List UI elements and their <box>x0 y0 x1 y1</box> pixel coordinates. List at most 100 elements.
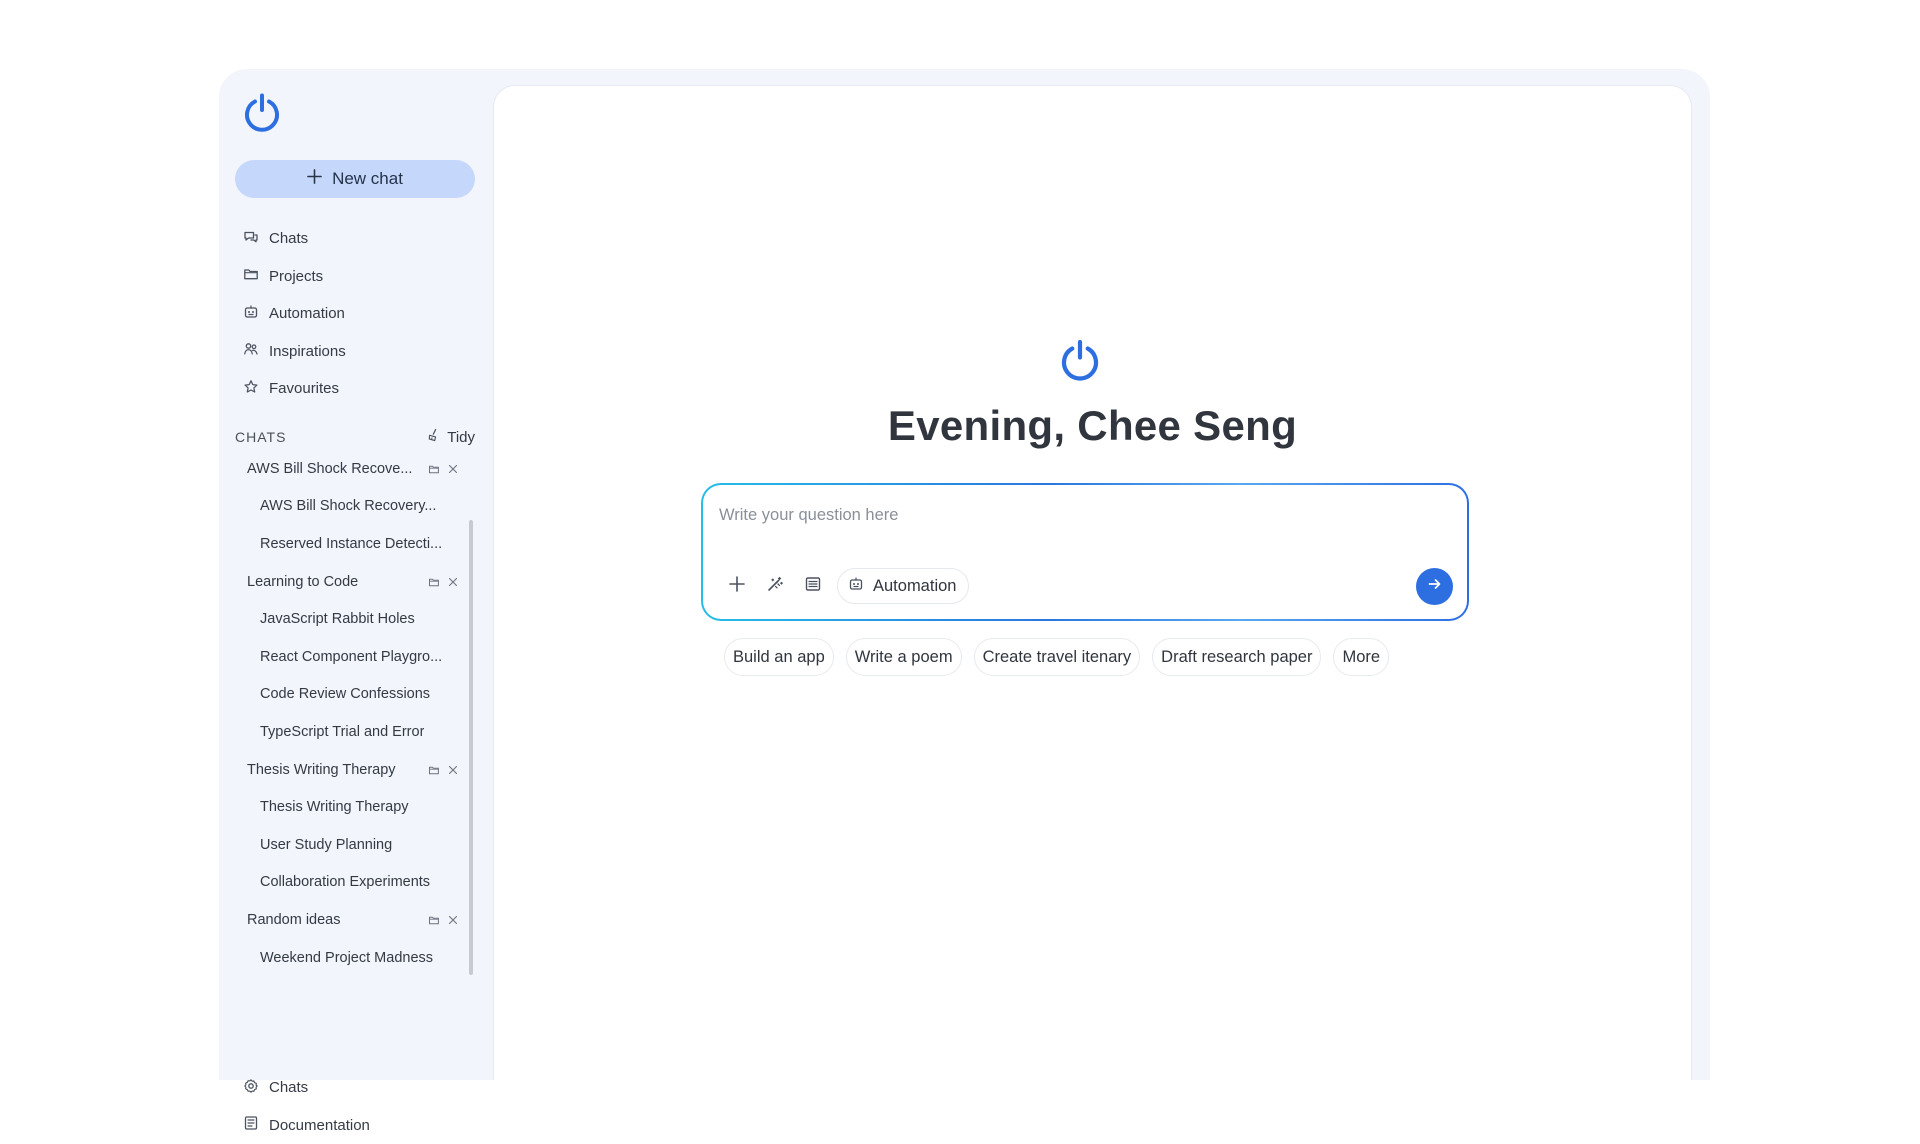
chat-list-item[interactable]: AWS Bill Shock Recovery... <box>235 488 463 526</box>
composer: Automation <box>701 483 1469 621</box>
document-icon <box>804 575 822 598</box>
suggestion-chips: Build an app Write a poem Create travel … <box>724 638 1444 676</box>
sidebar-item-label: Automation <box>269 305 345 322</box>
chat-list-scrollbar[interactable] <box>469 520 473 975</box>
sidebar-item-label: Inspirations <box>269 343 346 360</box>
chat-row-actions <box>428 463 459 475</box>
plus-icon <box>728 575 746 598</box>
people-icon <box>243 341 259 361</box>
tidy-button[interactable]: Tidy <box>427 428 475 446</box>
sidebar-item-inspirations[interactable]: Inspirations <box>243 333 473 371</box>
automation-chip-button[interactable]: Automation <box>837 568 969 604</box>
chat-item-label: Collaboration Experiments <box>260 874 430 890</box>
chat-list-item[interactable]: React Component Playgro... <box>235 638 463 676</box>
close-icon[interactable] <box>447 463 459 475</box>
sidebar-nav: Chats Projects <box>243 220 473 408</box>
archive-icon[interactable] <box>428 914 440 926</box>
chats-section-header: CHATS Tidy <box>235 426 475 448</box>
chat-group-row[interactable]: AWS Bill Shock Recove... <box>235 450 463 488</box>
power-logo-icon <box>241 93 283 135</box>
sidebar-item-projects[interactable]: Projects <box>243 258 473 296</box>
chat-item-label: JavaScript Rabbit Holes <box>260 611 415 627</box>
chat-list: AWS Bill Shock Recove... AWS Bill Shock … <box>235 450 481 969</box>
composer-inner: Automation <box>703 485 1467 619</box>
sidebar-item-documentation[interactable]: Documentation <box>243 1107 463 1144</box>
sidebar-item-label: Chats <box>269 230 308 247</box>
folder-icon <box>243 266 259 286</box>
plus-icon <box>307 169 322 189</box>
greeting-title: Evening, Chee Seng <box>494 403 1691 449</box>
main-panel: Evening, Chee Seng <box>493 85 1692 1080</box>
robot-icon <box>848 576 864 597</box>
chat-list-item[interactable]: Reserved Instance Detecti... <box>235 525 463 563</box>
suggestion-travel-itinerary[interactable]: Create travel itenary <box>974 638 1141 676</box>
app-frame: New chat Chats Proj <box>219 69 1710 1080</box>
chat-group-row[interactable]: Learning to Code <box>235 563 463 601</box>
archive-icon[interactable] <box>428 576 440 588</box>
chat-list-item[interactable]: JavaScript Rabbit Holes <box>235 600 463 638</box>
sidebar-item-favourites[interactable]: Favourites <box>243 370 473 408</box>
chat-list-item[interactable]: TypeScript Trial and Error <box>235 713 463 751</box>
chat-item-label: Code Review Confessions <box>260 686 430 702</box>
insert-document-button[interactable] <box>799 572 827 600</box>
document-icon <box>243 1115 259 1135</box>
robot-icon <box>243 304 259 324</box>
sidebar-item-label: Projects <box>269 268 323 285</box>
chat-group-label: Random ideas <box>247 912 341 928</box>
chat-item-label: Weekend Project Madness <box>260 950 433 966</box>
composer-toolbar: Automation <box>723 568 969 604</box>
suggestion-build-app[interactable]: Build an app <box>724 638 834 676</box>
sidebar-item-chats-settings[interactable]: Chats <box>243 1069 463 1107</box>
chat-item-label: User Study Planning <box>260 837 392 853</box>
tidy-label: Tidy <box>447 429 475 446</box>
close-icon[interactable] <box>447 576 459 588</box>
chat-item-label: TypeScript Trial and Error <box>260 724 424 740</box>
archive-icon[interactable] <box>428 764 440 776</box>
gear-icon <box>243 1078 259 1098</box>
sidebar-item-label: Favourites <box>269 380 339 397</box>
power-logo-icon <box>1057 339 1103 385</box>
sidebar-bottom-nav: Chats Documentation <box>243 1069 463 1144</box>
chat-row-actions <box>428 576 459 588</box>
chat-item-label: Reserved Instance Detecti... <box>260 536 442 552</box>
chat-list-item[interactable]: User Study Planning <box>235 826 463 864</box>
automation-chip-label: Automation <box>873 577 956 596</box>
chat-home: Evening, Chee Seng <box>494 86 1691 1080</box>
sidebar-item-chats[interactable]: Chats <box>243 220 473 258</box>
sidebar: New chat Chats Proj <box>219 69 491 1080</box>
chat-group-label: Thesis Writing Therapy <box>247 762 396 778</box>
question-input[interactable] <box>717 499 1437 531</box>
sidebar-item-label: Documentation <box>269 1117 370 1134</box>
chat-group-label: Learning to Code <box>247 574 358 590</box>
archive-icon[interactable] <box>428 463 440 475</box>
chat-item-label: React Component Playgro... <box>260 649 442 665</box>
chats-section-title: CHATS <box>235 429 286 445</box>
magic-wand-icon <box>766 575 784 598</box>
chat-bubbles-icon <box>243 229 259 249</box>
chat-list-item[interactable]: Weekend Project Madness <box>235 939 463 969</box>
chat-list-item[interactable]: Collaboration Experiments <box>235 864 463 902</box>
enhance-prompt-button[interactable] <box>761 572 789 600</box>
star-icon <box>243 379 259 399</box>
suggestion-research-paper[interactable]: Draft research paper <box>1152 638 1321 676</box>
add-attachment-button[interactable] <box>723 572 751 600</box>
chat-row-actions <box>428 764 459 776</box>
chat-row-actions <box>428 914 459 926</box>
chat-list-item[interactable]: Thesis Writing Therapy <box>235 788 463 826</box>
new-chat-button[interactable]: New chat <box>235 160 475 198</box>
close-icon[interactable] <box>447 914 459 926</box>
chat-list-item[interactable]: Code Review Confessions <box>235 676 463 714</box>
send-button[interactable] <box>1416 568 1453 605</box>
chat-item-label: Thesis Writing Therapy <box>260 799 409 815</box>
chat-item-label: AWS Bill Shock Recovery... <box>260 498 436 514</box>
close-icon[interactable] <box>447 764 459 776</box>
new-chat-label: New chat <box>332 169 403 189</box>
sidebar-item-automation[interactable]: Automation <box>243 295 473 333</box>
chat-group-row[interactable]: Thesis Writing Therapy <box>235 751 463 789</box>
arrow-right-icon <box>1426 575 1444 598</box>
suggestion-write-poem[interactable]: Write a poem <box>846 638 962 676</box>
suggestion-more[interactable]: More <box>1333 638 1389 676</box>
chat-group-row[interactable]: Random ideas <box>235 901 463 939</box>
sidebar-item-label: Chats <box>269 1079 308 1096</box>
chat-group-label: AWS Bill Shock Recove... <box>247 461 412 477</box>
